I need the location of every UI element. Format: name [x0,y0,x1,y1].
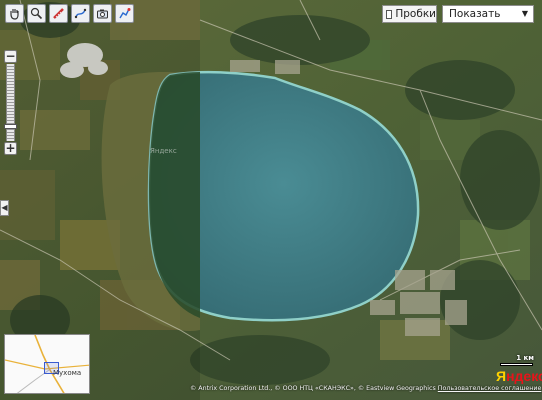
zoom-in-button[interactable]: + [4,142,17,155]
hand-tool-button[interactable] [5,4,24,23]
yandex-logo[interactable]: Яндекс [496,368,542,384]
traffic-label: Пробки [395,8,436,20]
magnifier-icon [30,7,43,20]
ruler-icon [53,8,64,19]
ruler-tool-button[interactable] [49,4,68,23]
user-agreement-link[interactable]: Пользовательское соглашение [438,385,542,392]
scale-label: 1 км [516,354,534,362]
magnifier-tool-button[interactable] [27,4,46,23]
layer-select-value: Показать [449,8,501,20]
map-watermark: Яндекс [150,147,177,155]
copyright-text: © Antrix Corporation Ltd., © ООО НТЦ «СК… [190,385,541,392]
route-tool-button[interactable] [115,4,134,23]
zoom-control[interactable]: − + [4,50,17,155]
path-icon [74,8,87,19]
logo-rest: ндекс [506,368,542,384]
zoom-out-button[interactable]: − [4,50,17,63]
collapse-panel-button[interactable]: ◀ [0,200,9,216]
hand-icon [10,9,19,20]
chevron-down-icon: ▼ [521,9,528,18]
minimap-town-label: Мухома [53,369,82,377]
camera-icon [97,9,108,19]
zoom-slider[interactable] [6,64,15,141]
print-tool-button[interactable] [93,4,112,23]
scale-bar: 1 км [498,354,534,367]
layer-select[interactable]: Показать ▼ [442,5,534,23]
route-icon [119,8,131,19]
scale-bar-line [500,363,533,366]
copyright-owners: © Antrix Corporation Ltd., © ООО НТЦ «СК… [190,385,436,392]
zoom-slider-thumb[interactable] [4,124,17,129]
overview-minimap[interactable]: Мухома [4,334,90,394]
traffic-checkbox[interactable] [386,9,393,19]
measure-tool-button[interactable] [71,4,90,23]
logo-first-letter: Я [496,368,507,384]
traffic-toggle[interactable]: Пробки [382,5,437,23]
chevron-left-icon: ◀ [1,203,8,212]
